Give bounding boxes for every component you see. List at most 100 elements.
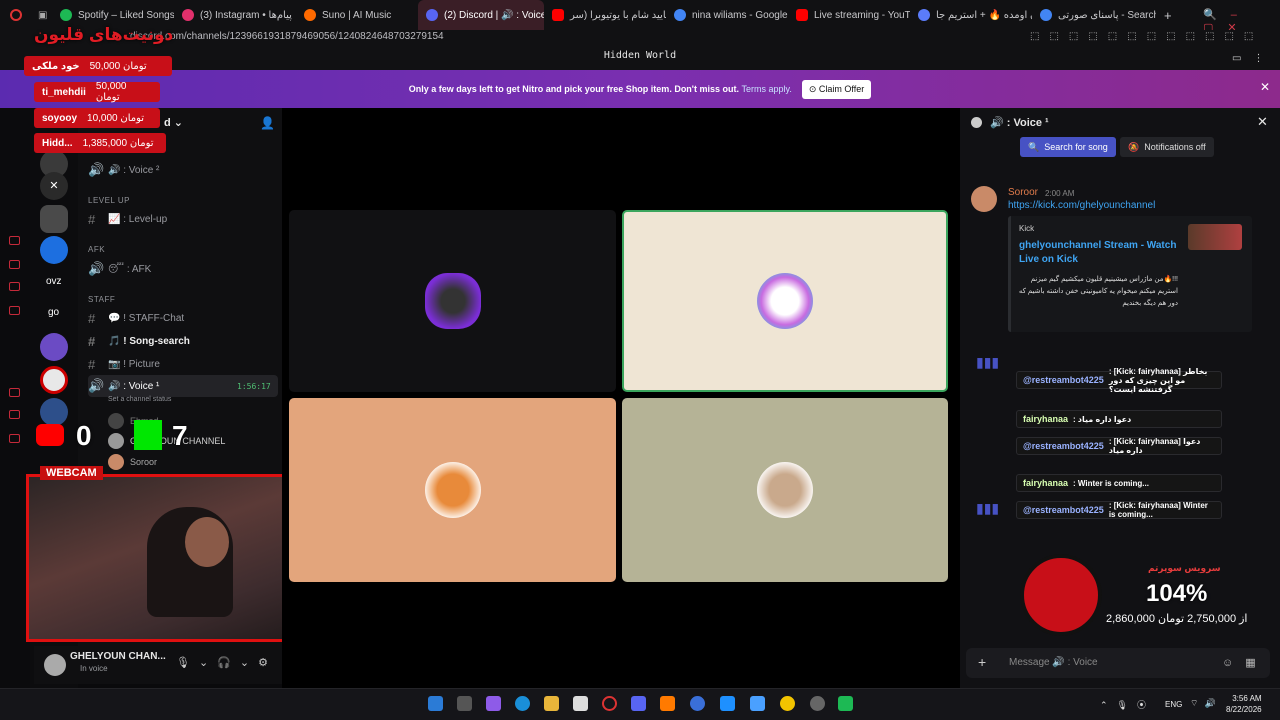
channel-picture[interactable]: # 📷 ! Picture [88,354,278,374]
avatar[interactable] [971,186,997,212]
voice-member[interactable]: GHELYOUN CHANNEL [108,433,225,449]
close-banner-icon[interactable]: ✕ [1260,80,1270,94]
server-icon[interactable] [40,236,68,264]
hash-icon: # [88,211,96,227]
channel-status[interactable]: Set a channel status [108,396,171,403]
cloud-icon[interactable] [9,388,20,397]
notifications-off-button[interactable]: 🔕 Notifications off [1120,137,1214,157]
participant-tile-speaking[interactable] [622,210,948,392]
channel-voice-top[interactable]: 🔊 🔊 : Voice ² [88,160,278,180]
tab-youtube-2[interactable]: Live streaming - YouTube [788,0,910,30]
toolbar-icons[interactable]: ⬚⬚⬚⬚⬚⬚⬚⬚⬚⬚⬚⬚ [1030,31,1263,42]
settings-icon[interactable] [9,434,20,443]
tab-label: (2) Discord | 🔊 : Voice [444,9,544,21]
kick-link[interactable]: https://kick.com/ghelyounchannel [1008,200,1155,211]
category-levelup[interactable]: LEVEL UP [88,196,130,205]
app-icon[interactable] [690,696,705,711]
nitro-banner: Only a few days left to get Nitro and pi… [0,70,1280,108]
avatar[interactable] [44,654,66,676]
add-attachment-icon[interactable]: + [978,654,986,670]
server-icon[interactable] [40,333,68,361]
app-icon[interactable] [750,696,765,711]
inbox-help-icons[interactable]: ▭⋮ [1232,53,1275,64]
category-staff[interactable]: STAFF [88,295,115,304]
server-icon[interactable] [40,205,68,233]
banner-text: Only a few days left to get Nitro and pi… [408,84,739,94]
tab-google[interactable]: nina wiliams - Google Se... [666,0,788,30]
tab-search[interactable]: پاسنای صورتی - Search ... [1032,0,1156,30]
channel-label: 😴 : AFK [108,263,152,275]
tab-suno[interactable]: Suno | AI Music [296,0,418,30]
tab-restream[interactable]: قلیون اومده 🔥 + استریم جا... [910,0,1032,30]
participant-tile[interactable] [289,210,616,392]
server-icon[interactable] [40,398,68,426]
add-user-icon[interactable]: 👤 [260,116,275,130]
url-field[interactable]: discord.com/channels/1239661931879469056… [130,31,444,42]
chat-overlay-line: @restreambot4225: [Kick: fairyhanaa] دعو… [1016,437,1222,455]
server-title: Hidden World [0,50,1280,61]
task-view-icon[interactable] [457,696,472,711]
app-icon[interactable] [660,696,675,711]
close-panel-icon[interactable]: ✕ [1257,114,1268,130]
donation-amount: 50,000 تومان [89,60,147,72]
opera-logo-icon[interactable] [0,0,30,30]
goal-title: سرویس سوپرتم [1148,563,1221,573]
app-icon[interactable] [720,696,735,711]
app-icon[interactable] [810,696,825,711]
heart-icon[interactable] [9,410,20,419]
claim-offer-button[interactable]: ⊙ Claim Offer [801,79,872,99]
category-afk[interactable]: AFK [88,245,105,254]
claim-offer-label: Claim Offer [818,83,865,94]
participant-tile[interactable] [622,398,948,582]
embed-title[interactable]: ghelyounchannel Stream - Watch Live on K… [1019,239,1179,267]
store-icon[interactable] [573,696,588,711]
server-menu-chevron[interactable]: d ⌄ [164,116,183,129]
clock[interactable]: 3:56 AM 8/22/2026 [1226,693,1262,715]
server-icon[interactable] [40,366,68,394]
message-author[interactable]: Soroor [1008,187,1038,198]
user-controls[interactable]: 🎙⌄🎧⌄⚙ [176,656,277,669]
discord-taskbar-icon[interactable] [631,696,646,711]
history-icon[interactable] [9,236,20,245]
language-indicator[interactable]: ENG [1165,700,1182,709]
edge-icon[interactable] [515,696,530,711]
participant-tile[interactable] [289,398,616,582]
voice-member[interactable]: Soroor [108,454,157,470]
file-explorer-icon[interactable] [544,696,559,711]
donation-amount: 10,000 تومان [87,112,145,124]
tab-youtube-1[interactable]: بفرمایید شام با یوتیوبرا (سر... [544,0,666,30]
bag-icon[interactable] [9,260,20,269]
server-icon-x[interactable]: ✕ [40,172,68,200]
embed-thumbnail[interactable] [1188,224,1242,250]
copilot-icon[interactable] [486,696,501,711]
channel-staff-chat[interactable]: # 💬 ! STAFF-Chat [88,308,278,328]
chat-user: fairyhanaa [1023,414,1069,424]
donation-item: خود ملکی 50,000 تومان [24,56,172,76]
message-timestamp: 2:00 AM [1045,189,1075,198]
terms-link[interactable]: Terms apply. [741,84,791,94]
app-icon[interactable] [780,696,795,711]
channel-afk[interactable]: 🔊 😴 : AFK [88,259,278,279]
google-icon [1040,9,1052,21]
server-ovz[interactable]: ovz [46,276,62,287]
chat-text: : Winter is coming... [1073,478,1149,488]
new-tab-button[interactable]: + [1156,0,1180,30]
server-go[interactable]: go [48,307,59,318]
start-icon[interactable] [428,696,443,711]
channel-song-search[interactable]: # 🎵 ! Song-search [88,331,278,351]
opera-gx-icon[interactable] [602,696,617,711]
instagram-icon[interactable] [9,306,20,315]
channel-levelup[interactable]: # 📈 : Level-up [88,209,278,229]
tray-icons[interactable]: ⌃🎙⦿ [1100,698,1155,711]
emoji-icon[interactable]: ☺▦ [1222,656,1268,669]
search-for-song-button[interactable]: 🔍 Search for song [1020,137,1116,157]
tab-discord[interactable]: (2) Discord | 🔊 : Voice [418,0,544,30]
button-label: Notifications off [1144,142,1206,152]
app-icon[interactable] [838,696,853,711]
chat-icon[interactable] [9,282,20,291]
tab-instagram[interactable]: (3) Instagram • پیام‌ها [174,0,296,30]
tab-label: (3) Instagram • پیام‌ها [200,9,292,21]
kick-overlay-icon [134,420,162,450]
avatar [108,433,124,449]
network-volume-icons[interactable]: ⌔🔊 [1190,698,1222,709]
